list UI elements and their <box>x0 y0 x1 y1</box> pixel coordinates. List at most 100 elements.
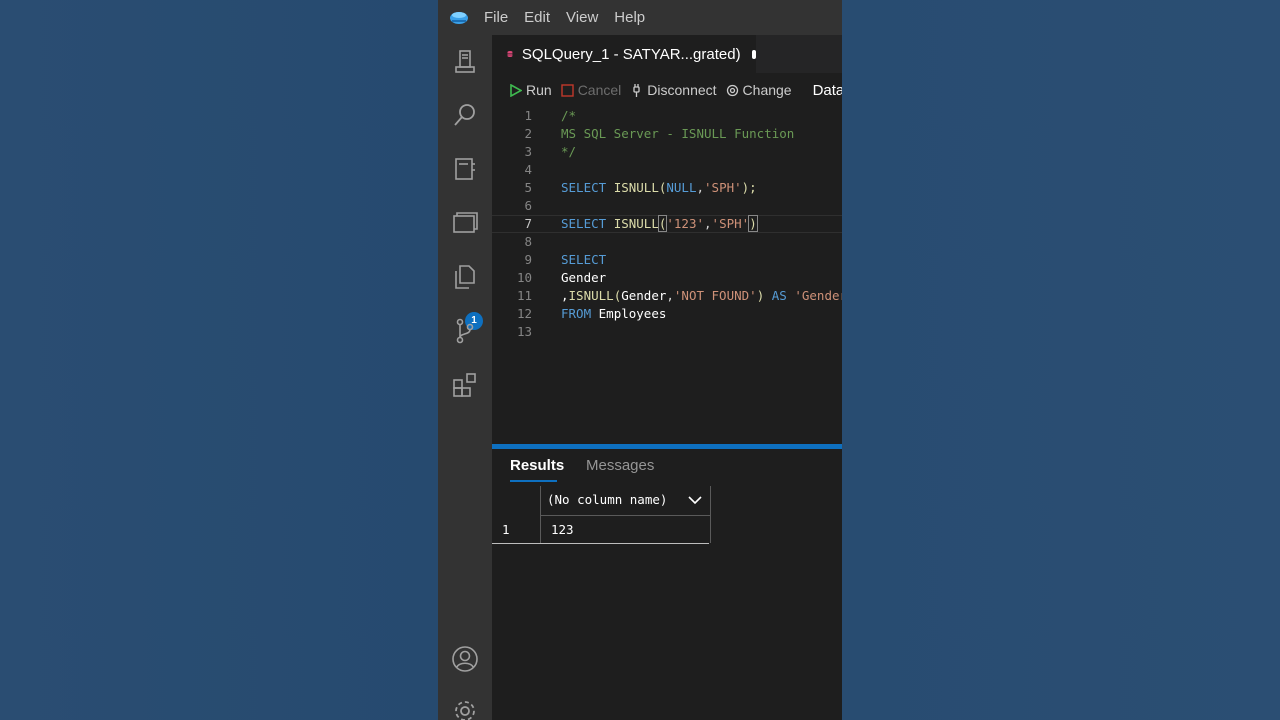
table-row[interactable]: 1 123 <box>492 516 711 544</box>
run-button[interactable]: Run <box>509 82 552 98</box>
disconnect-button[interactable]: Disconnect <box>630 82 717 98</box>
activity-bar: 1 <box>438 35 492 720</box>
line-number: 6 <box>524 198 532 213</box>
code-line: 13 <box>492 323 842 341</box>
line-number: 13 <box>516 324 532 339</box>
string-literal: '123' <box>666 216 705 231</box>
code-text: ,ISNULL(Gender,'NOT FOUND') AS 'Gender <box>561 287 842 305</box>
tab-sqlquery-1[interactable]: SQLQuery_1 - SATYAR...grated) <box>492 35 756 73</box>
cell-value: 123 <box>551 522 574 537</box>
code-text: SELECT ISNULL(NULL,'SPH'); <box>561 179 757 197</box>
menu-help[interactable]: Help <box>614 9 645 26</box>
change-connection-button[interactable]: Change <box>726 82 792 98</box>
disconnect-label: Disconnect <box>647 82 717 98</box>
code-line: 9 SELECT <box>492 251 842 269</box>
notebook-icon[interactable] <box>451 155 479 183</box>
function-name: ISNULL <box>613 180 659 195</box>
code-line: 3 */ <box>492 143 842 161</box>
identifier: Gender <box>621 288 667 303</box>
string-literal: 'Gender <box>794 288 842 303</box>
explorer-files-icon[interactable] <box>451 263 479 291</box>
string-literal: 'NOT FOUND' <box>673 288 757 303</box>
results-panel: Results Messages (No column name) 1 123 <box>492 449 842 720</box>
code-line: 5 SELECT ISNULL(NULL,'SPH'); <box>492 179 842 197</box>
unsaved-dot-icon[interactable] <box>751 49 756 59</box>
sql-code-editor[interactable]: 1 /* 2 MS SQL Server - ISNULL Function 3 */… <box>492 107 842 443</box>
code-line-active: 7 SELECT ISNULL('123','SPH') <box>492 215 842 233</box>
app-logo-icon <box>450 11 468 24</box>
line-number: 4 <box>524 162 532 177</box>
identifier: Employees <box>598 306 667 321</box>
code-line: 1 /* <box>492 107 842 125</box>
change-connection-icon <box>726 84 738 96</box>
database-dropdown-label[interactable]: Databas <box>813 82 842 99</box>
code-text: MS SQL Server - ISNULL Function <box>561 126 795 141</box>
play-icon <box>510 83 522 97</box>
line-number: 2 <box>524 126 532 141</box>
line-number: 11 <box>516 288 532 303</box>
code-line: 8 <box>492 233 842 251</box>
line-number: 5 <box>524 180 532 195</box>
chevron-down-icon[interactable] <box>688 493 702 507</box>
cancel-button[interactable]: Cancel <box>560 82 622 98</box>
bracket-match: ) <box>748 215 758 232</box>
plug-icon <box>633 83 640 97</box>
tab-results[interactable]: Results <box>510 457 564 474</box>
tab-title: SQLQuery_1 - SATYAR...grated) <box>521 45 741 63</box>
code-line: 6 <box>492 197 842 215</box>
results-grid: (No column name) 1 123 <box>492 486 711 545</box>
code-line: 11 ,ISNULL(Gender,'NOT FOUND') AS 'Gender <box>492 287 842 305</box>
punctuation: , <box>561 288 569 303</box>
keyword: AS <box>771 288 787 303</box>
search-icon[interactable] <box>451 101 479 129</box>
line-number: 1 <box>524 108 532 123</box>
menu-bar: File Edit View Help <box>438 0 842 35</box>
extensions-icon[interactable] <box>451 371 479 399</box>
run-label: Run <box>526 82 552 98</box>
null-literal: NULL <box>666 180 697 195</box>
function-name: ISNULL <box>613 216 659 231</box>
active-tab-indicator <box>510 480 557 482</box>
keyword: SELECT <box>561 216 607 231</box>
line-number: 10 <box>516 270 532 285</box>
code-text: /* <box>561 108 577 123</box>
punctuation: ) <box>756 288 765 303</box>
keyword: SELECT <box>561 180 607 195</box>
settings-gear-icon[interactable] <box>451 697 479 720</box>
database-icon <box>507 51 513 57</box>
cancel-label: Cancel <box>577 82 622 98</box>
menu-file[interactable]: File <box>484 9 508 26</box>
text-cursor <box>756 217 758 232</box>
code-line: 2 MS SQL Server - ISNULL Function <box>492 125 842 143</box>
identifier: Gender <box>561 270 607 285</box>
keyword: SELECT <box>561 252 607 267</box>
account-icon[interactable] <box>451 645 479 673</box>
line-number: 7 <box>524 216 532 231</box>
punctuation: ); <box>741 180 757 195</box>
line-number: 9 <box>524 252 532 267</box>
connections-server-icon[interactable] <box>451 48 479 76</box>
string-literal: 'SPH' <box>711 216 750 231</box>
stop-icon <box>560 83 574 97</box>
line-number: 12 <box>516 306 532 321</box>
tab-messages[interactable]: Messages <box>586 457 654 474</box>
code-text: SELECT ISNULL('123','SPH') <box>561 215 758 232</box>
change-label: Change <box>742 82 792 98</box>
menu-view[interactable]: View <box>566 9 598 26</box>
tab-bar: SQLQuery_1 - SATYAR...grated) <box>492 35 842 73</box>
menu-edit[interactable]: Edit <box>524 9 550 26</box>
code-line: 4 <box>492 161 842 179</box>
column-header-label: (No column name) <box>547 492 668 507</box>
column-header[interactable]: (No column name) <box>540 486 711 516</box>
function-name: ISNULL <box>568 288 614 303</box>
query-toolbar: Run Cancel Disconnect Change Databas <box>492 73 842 107</box>
window-panels-icon[interactable] <box>451 209 479 237</box>
code-line: 12 FROM Employees <box>492 305 842 323</box>
punctuation: , <box>696 180 705 195</box>
source-control-icon[interactable] <box>451 317 479 345</box>
azure-data-studio-window: File Edit View Help 1 SQLQuery_1 - SATYA… <box>438 0 842 720</box>
row-number: 1 <box>502 522 510 537</box>
table-cell[interactable]: 123 <box>540 516 711 543</box>
string-literal: 'SPH' <box>704 180 742 195</box>
code-line: 10 Gender <box>492 269 842 287</box>
